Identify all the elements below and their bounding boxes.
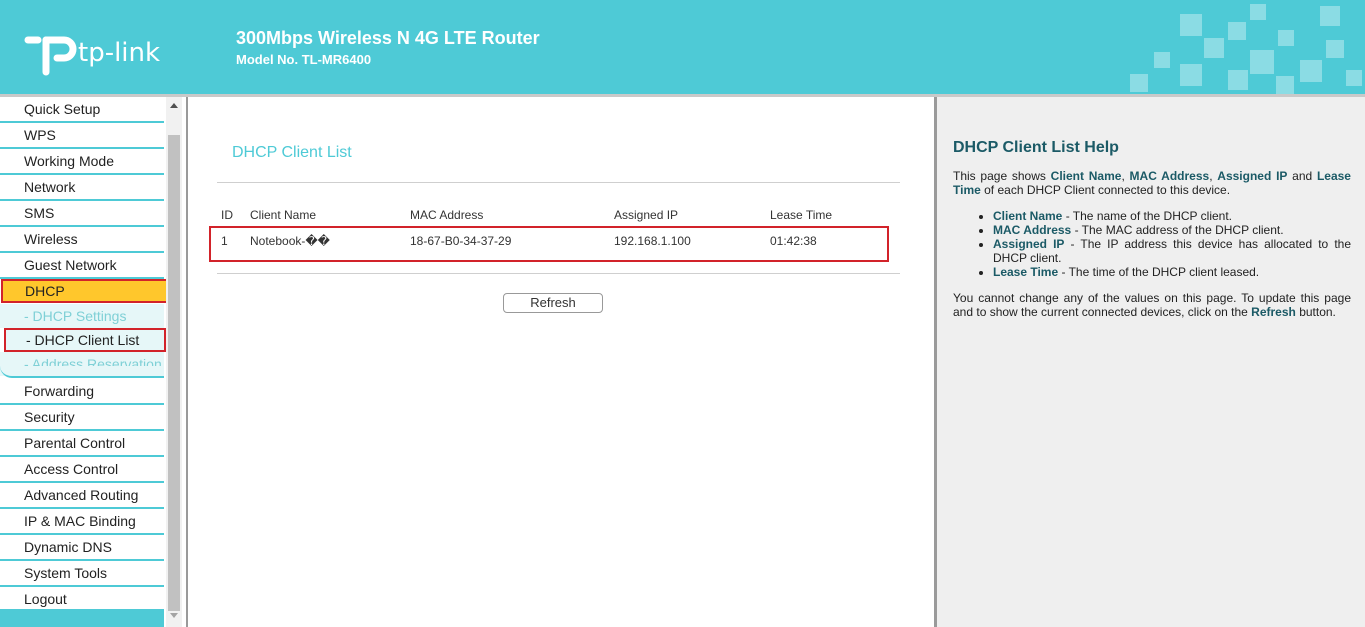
refresh-button[interactable]: Refresh xyxy=(503,293,603,313)
submenu-end xyxy=(0,366,164,378)
router-title: 300Mbps Wireless N 4G LTE Router xyxy=(236,28,540,48)
help-bullet-desc: - The name of the DHCP client. xyxy=(1062,209,1232,223)
sidebar-item-access-control[interactable]: Access Control xyxy=(0,457,164,483)
page-title: DHCP Client List xyxy=(232,144,352,161)
sidebar-scrollbar[interactable] xyxy=(166,97,182,627)
help-footer-text: button. xyxy=(1295,305,1336,319)
column-header-mac-address: MAC Address xyxy=(410,208,484,222)
help-intro: This page shows Client Name, MAC Address… xyxy=(953,169,1351,197)
help-bullet: MAC Address - The MAC address of the DHC… xyxy=(993,223,1351,237)
sidebar-item-dynamic-dns[interactable]: Dynamic DNS xyxy=(0,535,164,561)
help-term-assigned-ip: Assigned IP xyxy=(1217,169,1288,183)
help-bullet-list: Client Name - The name of the DHCP clien… xyxy=(977,209,1351,279)
cell-assigned-ip: 192.168.1.100 xyxy=(614,234,691,248)
scrollbar-thumb[interactable] xyxy=(168,135,180,611)
scroll-up-arrow-icon[interactable] xyxy=(170,103,178,108)
help-footer: You cannot change any of the values on t… xyxy=(953,291,1351,319)
sidebar-item-dhcp[interactable]: DHCP xyxy=(1,279,168,303)
help-bullet-term: Assigned IP xyxy=(993,237,1065,251)
help-bullet: Lease Time - The time of the DHCP client… xyxy=(993,265,1351,279)
sidebar-item-security[interactable]: Security xyxy=(0,405,164,431)
header-banner: tp-link 300Mbps Wireless N 4G LTE Router… xyxy=(0,0,1365,94)
cell-lease-time: 01:42:38 xyxy=(770,234,817,248)
sidebar-subitem-dhcp-settings[interactable]: - DHCP Settings xyxy=(0,304,164,328)
help-bullet-term: Client Name xyxy=(993,209,1063,223)
sidebar-item-working-mode[interactable]: Working Mode xyxy=(0,149,164,175)
sidebar-item-forwarding[interactable]: Forwarding xyxy=(0,379,164,405)
sidebar-item-wireless[interactable]: Wireless xyxy=(0,227,164,253)
main-content: DHCP Client List ID Client Name MAC Addr… xyxy=(188,97,934,627)
model-number: Model No. TL-MR6400 xyxy=(236,52,372,67)
help-intro-text: This page shows xyxy=(953,169,1051,183)
sidebar-item-wps[interactable]: WPS xyxy=(0,123,164,149)
help-title: DHCP Client List Help xyxy=(953,139,1119,156)
help-bullet-desc: - The MAC address of the DHCP client. xyxy=(1071,223,1284,237)
help-bullet-term: Lease Time xyxy=(993,265,1059,279)
help-term-refresh: Refresh xyxy=(1251,305,1296,319)
help-term-mac-address: MAC Address xyxy=(1129,169,1210,183)
sidebar-subitem-dhcp-client-list[interactable]: - DHCP Client List xyxy=(4,328,166,352)
help-bullet-desc: - The time of the DHCP client leased. xyxy=(1058,265,1260,279)
column-header-assigned-ip: Assigned IP xyxy=(614,208,679,222)
bottom-divider xyxy=(217,273,900,274)
sidebar-item-ip-mac-binding[interactable]: IP & MAC Binding xyxy=(0,509,164,535)
sidebar-footer xyxy=(0,609,164,627)
top-divider xyxy=(217,182,900,183)
sidebar-item-parental-control[interactable]: Parental Control xyxy=(0,431,164,457)
help-term-client-name: Client Name xyxy=(1050,169,1122,183)
help-intro-text: of each DHCP Client connected to this de… xyxy=(980,183,1231,197)
help-bullet-term: MAC Address xyxy=(993,223,1072,237)
sidebar-item-advanced-routing[interactable]: Advanced Routing xyxy=(0,483,164,509)
column-header-client-name: Client Name xyxy=(250,208,317,222)
scroll-down-arrow-icon[interactable] xyxy=(170,613,178,618)
help-bullet: Assigned IP - The IP address this device… xyxy=(993,237,1351,265)
sidebar-item-system-tools[interactable]: System Tools xyxy=(0,561,164,587)
help-intro-text: , xyxy=(1121,169,1130,183)
help-intro-text: and xyxy=(1287,169,1317,183)
sidebar-item-sms[interactable]: SMS xyxy=(0,201,164,227)
sidebar-item-guest-network[interactable]: Guest Network xyxy=(0,253,164,279)
column-header-id: ID xyxy=(221,208,233,222)
help-panel: DHCP Client List Help This page shows Cl… xyxy=(937,97,1365,627)
sidebar-item-quick-setup[interactable]: Quick Setup xyxy=(0,97,164,123)
sidebar-item-network[interactable]: Network xyxy=(0,175,164,201)
cell-client-name: Notebook-�� xyxy=(250,234,330,248)
cell-id: 1 xyxy=(221,234,228,248)
cell-mac-address: 18-67-B0-34-37-29 xyxy=(410,234,512,248)
logo-text: tp-link xyxy=(78,38,161,68)
help-bullet: Client Name - The name of the DHCP clien… xyxy=(993,209,1351,223)
column-header-lease-time: Lease Time xyxy=(770,208,833,222)
sidebar-menu: Quick Setup WPS Working Mode Network SMS… xyxy=(0,97,168,627)
